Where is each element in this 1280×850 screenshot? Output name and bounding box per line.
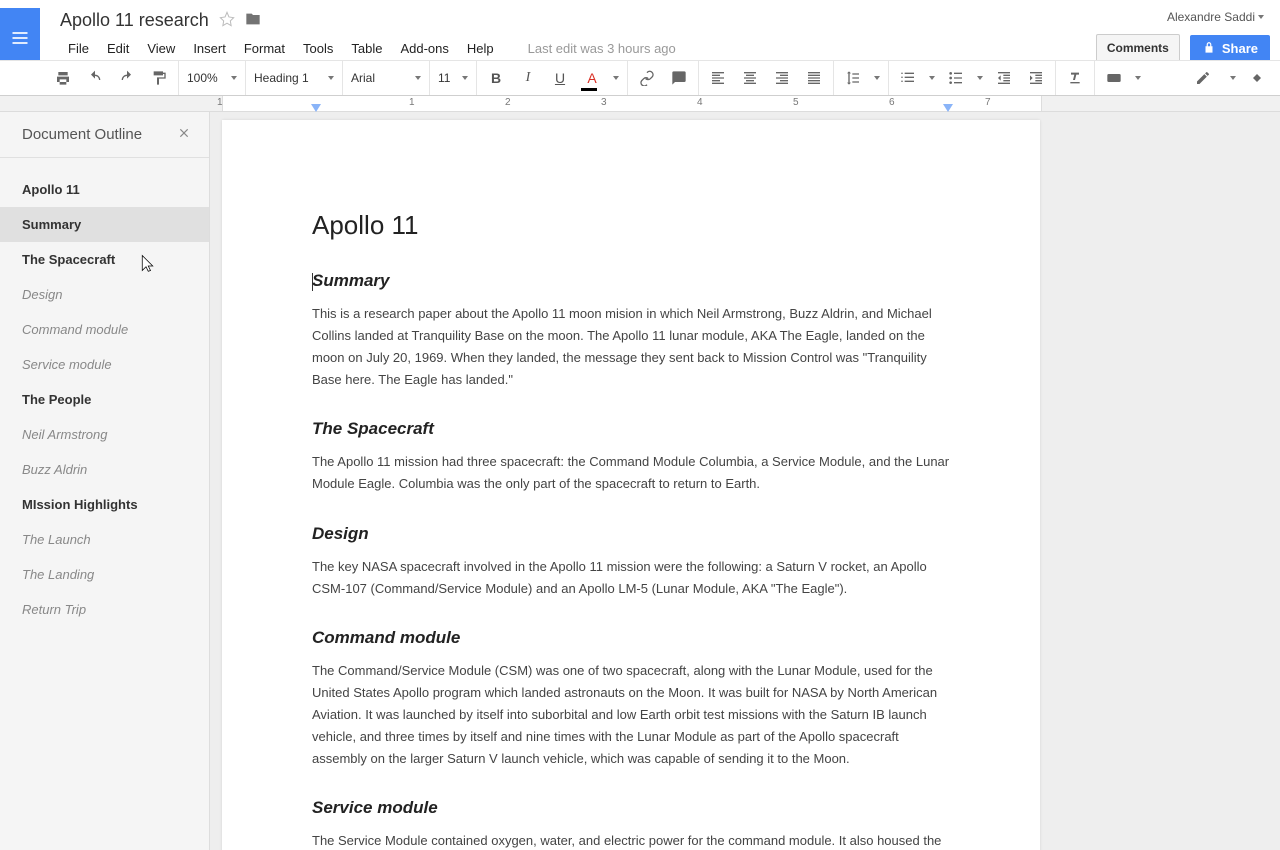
heading-2[interactable]: The Spacecraft	[312, 419, 950, 439]
document-canvas[interactable]: Apollo 11 Summary This is a research pape…	[210, 112, 1280, 850]
menu-bar: FileEditViewInsertFormatToolsTableAdd-on…	[60, 37, 1096, 60]
mouse-cursor	[137, 254, 155, 272]
star-icon[interactable]	[219, 11, 235, 30]
comment-icon[interactable]	[668, 67, 690, 89]
outline-item[interactable]: Neil Armstrong	[0, 417, 209, 452]
text-cursor	[312, 273, 313, 291]
italic-icon[interactable]: I	[517, 67, 539, 89]
ruler-tick: 1	[409, 97, 415, 108]
paragraph[interactable]: The Command/Service Module (CSM) was one…	[312, 660, 950, 770]
print-icon[interactable]	[52, 67, 74, 89]
indent-marker-left[interactable]	[311, 104, 321, 112]
ruler-tick: 7	[985, 97, 991, 108]
heading-2[interactable]: Command module	[312, 628, 950, 648]
user-menu[interactable]: Alexandre Saddi	[1167, 10, 1264, 24]
menu-insert[interactable]: Insert	[185, 37, 234, 60]
paragraph[interactable]: This is a research paper about the Apoll…	[312, 303, 950, 391]
paragraph[interactable]: The Service Module contained oxygen, wat…	[312, 830, 950, 850]
folder-icon[interactable]	[245, 11, 261, 30]
lock-icon	[1202, 41, 1216, 55]
outline-item[interactable]: Buzz Aldrin	[0, 452, 209, 487]
ruler-tick: 5	[793, 97, 799, 108]
menu-table[interactable]: Table	[343, 37, 390, 60]
align-justify-icon[interactable]	[803, 67, 825, 89]
ruler-tick: 6	[889, 97, 895, 108]
redo-icon[interactable]	[116, 67, 138, 89]
outline-item[interactable]: Service module	[0, 347, 209, 382]
ruler-tick: 1	[217, 97, 223, 108]
document-title[interactable]: Apollo 11 research	[60, 10, 209, 31]
outline-item[interactable]: Apollo 11	[0, 172, 209, 207]
heading-2[interactable]: Design	[312, 524, 950, 544]
paragraph[interactable]: The Apollo 11 mission had three spacecra…	[312, 451, 950, 495]
menu-help[interactable]: Help	[459, 37, 502, 60]
hide-menus-icon[interactable]	[1246, 67, 1268, 89]
outline-title: Document Outline	[22, 126, 142, 143]
titlebar: Apollo 11 research FileEditViewInsertFor…	[0, 0, 1280, 60]
share-button[interactable]: Share	[1190, 35, 1270, 62]
ruler-tick: 3	[601, 97, 607, 108]
comments-button[interactable]: Comments	[1096, 34, 1180, 62]
link-icon[interactable]	[636, 67, 658, 89]
indent-marker-right[interactable]	[943, 104, 953, 112]
outline-item[interactable]: The Spacecraft	[0, 242, 209, 277]
paragraph-style-select[interactable]: Heading 1	[254, 71, 334, 85]
outline-item[interactable]: The Landing	[0, 557, 209, 592]
outline-item[interactable]: MIssion Highlights	[0, 487, 209, 522]
font-select[interactable]: Arial	[351, 71, 421, 85]
clear-format-icon[interactable]	[1064, 67, 1086, 89]
paint-format-icon[interactable]	[148, 67, 170, 89]
outline-panel: Document Outline Apollo 11SummaryThe Spa…	[0, 112, 210, 850]
outline-item[interactable]: The Launch	[0, 522, 209, 557]
menu-format[interactable]: Format	[236, 37, 293, 60]
menu-file[interactable]: File	[60, 37, 97, 60]
line-spacing-icon[interactable]	[842, 67, 864, 89]
ruler-tick: 4	[697, 97, 703, 108]
close-icon[interactable]	[177, 126, 191, 143]
menu-edit[interactable]: Edit	[99, 37, 137, 60]
menu-view[interactable]: View	[139, 37, 183, 60]
horizontal-ruler[interactable]: 1 1 2 3 4 5 6 7	[0, 96, 1280, 112]
share-label: Share	[1222, 41, 1258, 56]
paragraph[interactable]: The key NASA spacecraft involved in the …	[312, 556, 950, 600]
editing-mode-icon[interactable]	[1192, 67, 1214, 89]
font-size-select[interactable]: 11	[438, 71, 468, 85]
menu-add-ons[interactable]: Add-ons	[392, 37, 456, 60]
outline-item[interactable]: The People	[0, 382, 209, 417]
align-right-icon[interactable]	[771, 67, 793, 89]
heading-2[interactable]: Summary	[312, 271, 950, 291]
outdent-icon[interactable]	[993, 67, 1015, 89]
last-edit-label: Last edit was 3 hours ago	[528, 41, 676, 56]
ruler-tick: 2	[505, 97, 511, 108]
heading-1[interactable]: Apollo 11	[312, 210, 950, 241]
outline-item[interactable]: Summary	[0, 207, 209, 242]
workspace: Document Outline Apollo 11SummaryThe Spa…	[0, 112, 1280, 850]
bold-icon[interactable]: B	[485, 67, 507, 89]
page[interactable]: Apollo 11 Summary This is a research pape…	[222, 120, 1040, 850]
outline-list: Apollo 11SummaryThe SpacecraftDesignComm…	[0, 172, 209, 627]
toolbar: 100% Heading 1 Arial 11 B I U A	[0, 60, 1280, 96]
outline-item[interactable]: Command module	[0, 312, 209, 347]
outline-item[interactable]: Return Trip	[0, 592, 209, 627]
menu-tools[interactable]: Tools	[295, 37, 341, 60]
outline-item[interactable]: Design	[0, 277, 209, 312]
heading-2[interactable]: Service module	[312, 798, 950, 818]
underline-icon[interactable]: U	[549, 67, 571, 89]
align-left-icon[interactable]	[707, 67, 729, 89]
indent-icon[interactable]	[1025, 67, 1047, 89]
undo-icon[interactable]	[84, 67, 106, 89]
bullet-list-icon[interactable]	[945, 67, 967, 89]
zoom-select[interactable]: 100%	[187, 71, 237, 85]
align-center-icon[interactable]	[739, 67, 761, 89]
text-color-icon[interactable]: A	[581, 67, 603, 89]
input-tools-icon[interactable]	[1103, 67, 1125, 89]
numbered-list-icon[interactable]	[897, 67, 919, 89]
docs-app-icon[interactable]	[0, 8, 40, 68]
